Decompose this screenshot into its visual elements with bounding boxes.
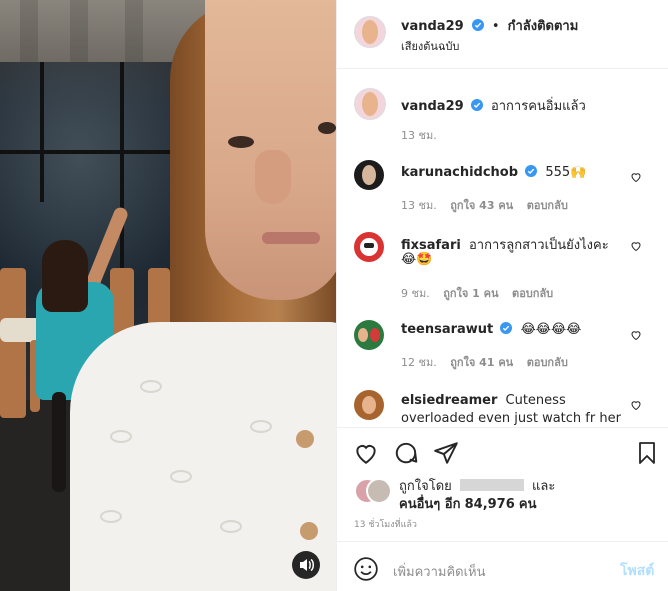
caption-avatar[interactable] [354, 88, 386, 120]
reply-button[interactable]: ตอบกลับ [527, 356, 568, 369]
window-frame [120, 62, 124, 282]
chair [148, 268, 170, 328]
verified-badge-icon [525, 165, 538, 177]
comment-username[interactable]: fixsafari [401, 238, 461, 253]
divider [337, 427, 668, 428]
comment-likes[interactable]: ถูกใจ 1 คน [443, 287, 498, 300]
comment-avatar[interactable] [354, 160, 384, 190]
heart-icon[interactable] [630, 171, 642, 183]
comment-item: karunachidchob 555🙌 [401, 165, 586, 180]
comment-text: Cuteness [505, 393, 566, 408]
comment-meta: 13 ชม. ถูกใจ 43 คน ตอบกลับ [401, 196, 568, 214]
and-label: และ [532, 479, 556, 494]
others-suffix: คน [518, 497, 537, 512]
comment-text-continued: 😂🤩 [401, 252, 433, 267]
sound-toggle-button[interactable] [292, 551, 320, 579]
like-button[interactable] [353, 440, 379, 466]
comment-text: อาการลูกสาวเป็นยังไงคะ [468, 238, 609, 253]
post-header: vanda29 • กำลังติดตาม [401, 15, 578, 36]
comment-item: elsiedreamer Cuteness [401, 393, 566, 408]
comment-text: 555🙌 [545, 165, 587, 180]
comment-time: 13 ชม. [401, 199, 437, 212]
curtain-fold [70, 0, 88, 62]
author-username[interactable]: vanda29 [401, 19, 464, 34]
liked-by-label: ถูกใจโดย [399, 479, 452, 494]
comment-text: 😂😂😂😂 [520, 322, 582, 337]
verified-badge-icon [470, 99, 483, 111]
eye [318, 122, 336, 134]
comment-meta: 12 ชม. ถูกใจ 41 คน ตอบกลับ [401, 353, 568, 371]
redacted-username [459, 479, 524, 491]
verified-badge-icon [500, 322, 513, 334]
blouse-button [296, 430, 314, 448]
curtain-fold [125, 0, 143, 62]
speaker-icon [300, 558, 314, 572]
caption-text: อาการคนอิ่มแล้ว [490, 99, 586, 114]
comment-time: 9 ชม. [401, 287, 430, 300]
heart-icon[interactable] [630, 329, 642, 341]
child-hair [42, 240, 88, 312]
post-timestamp[interactable]: 13 ชั่วโมงที่แล้ว [354, 517, 417, 531]
comment-likes[interactable]: ถูกใจ 41 คน [450, 356, 513, 369]
reply-button[interactable]: ตอบกลับ [512, 287, 553, 300]
bookmark-icon[interactable] [635, 440, 659, 466]
nose [255, 150, 291, 204]
chair [0, 268, 26, 418]
eyelet-pattern [100, 510, 122, 523]
comment-item: teensarawut 😂😂😂😂 [401, 322, 581, 337]
divider [337, 541, 668, 542]
lips [262, 232, 320, 244]
comment-time: 12 ชม. [401, 356, 437, 369]
author-avatar[interactable] [354, 16, 386, 48]
header-separator: • [491, 19, 500, 34]
comment-meta: 9 ชม. ถูกใจ 1 คน ตอบกลับ [401, 284, 553, 302]
eyelet-pattern [220, 520, 242, 533]
heart-icon[interactable] [630, 240, 642, 252]
comment-likes[interactable]: ถูกใจ 43 คน [450, 199, 513, 212]
eyelet-pattern [250, 420, 272, 433]
comment-username[interactable]: teensarawut [401, 322, 493, 337]
caption-time: 13 ชม. [401, 129, 437, 142]
post-comment-button[interactable]: โพสต์ [620, 560, 654, 582]
comment-username[interactable]: elsiedreamer [401, 393, 497, 408]
heart-icon[interactable] [630, 399, 642, 411]
following-button[interactable]: กำลังติดตาม [508, 19, 579, 34]
divider [337, 68, 668, 69]
liker-avatar[interactable] [366, 478, 392, 504]
smiley-icon[interactable] [353, 556, 379, 582]
comment-text-continued: overloaded even just watch fr her [401, 411, 621, 426]
others-count: 84,976 [464, 497, 515, 512]
eye [228, 136, 254, 148]
blouse-button [300, 522, 318, 540]
curtain-fold [20, 0, 38, 62]
eyelet-pattern [170, 470, 192, 483]
post-video[interactable] [0, 0, 336, 591]
others-prefix: คนอื่นๆ อีก [399, 497, 461, 512]
comment-icon[interactable] [393, 440, 419, 466]
add-comment-input[interactable]: เพิ่มความคิดเห็น [393, 561, 486, 582]
others-like-count[interactable]: คนอื่นๆ อีก 84,976 คน [399, 493, 537, 514]
caption: vanda29 อาการคนอิ่มแล้ว [401, 95, 586, 116]
comment-avatar[interactable] [354, 320, 384, 350]
reply-button[interactable]: ตอบกลับ [527, 199, 568, 212]
window-frame [0, 150, 180, 154]
eyelet-pattern [110, 430, 132, 443]
child-leg [52, 392, 66, 492]
comment-username[interactable]: karunachidchob [401, 165, 518, 180]
window-frame [40, 62, 44, 202]
original-audio-link[interactable]: เสียงต้นฉบับ [401, 37, 459, 55]
paper-plane-icon[interactable] [433, 440, 459, 466]
comment-avatar[interactable] [354, 232, 384, 262]
eyelet-pattern [140, 380, 162, 393]
caption-username[interactable]: vanda29 [401, 99, 464, 114]
verified-badge-icon [471, 19, 484, 31]
comment-avatar[interactable] [354, 390, 384, 420]
post-sidebar: vanda29 • กำลังติดตาม เสียงต้นฉบับ vanda… [336, 0, 668, 591]
